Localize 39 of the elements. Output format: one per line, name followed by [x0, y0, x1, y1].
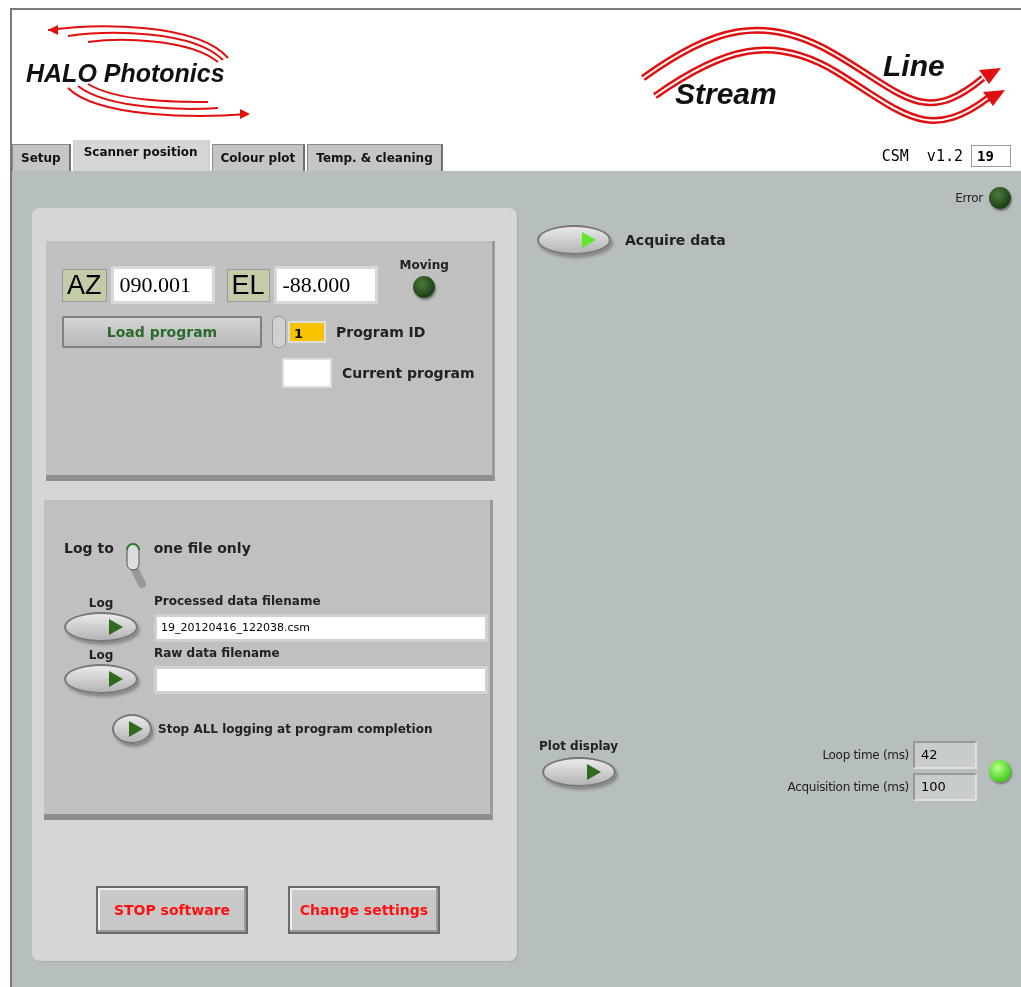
version-label: CSM v1.2	[881, 147, 963, 165]
switch-label: Log to	[64, 540, 114, 556]
button-label: Acquire data	[625, 232, 726, 248]
axis-label: EL	[226, 268, 270, 302]
toggle-button[interactable]	[112, 714, 152, 744]
button-label: Log	[88, 648, 114, 662]
button-label: Stop ALL logging at program completion	[158, 722, 433, 736]
tab[interactable]: Setup	[12, 144, 71, 171]
halo-photonics-logo: HALO Photonics	[18, 17, 278, 128]
toggle-button[interactable]	[64, 612, 138, 642]
indicator-label: Error	[955, 191, 983, 205]
field-label: Acquisition time (ms)	[787, 780, 909, 794]
indicator-label: Moving	[399, 258, 449, 272]
switch-label: one file only	[153, 540, 251, 556]
field-label: Program ID	[336, 324, 426, 340]
time-field: 100	[913, 773, 977, 801]
time-field: 42	[913, 741, 977, 769]
filename-field[interactable]	[154, 666, 488, 694]
version-field: 19	[971, 145, 1011, 167]
toggle-button[interactable]	[537, 225, 611, 255]
elevation-field: -88.000	[273, 266, 378, 304]
current-program-field	[282, 358, 332, 388]
load-program-button[interactable]: Load program	[62, 316, 262, 348]
streamline-logo: Stream Line	[633, 17, 1013, 128]
button-label: Log	[88, 596, 114, 610]
axis-label: AZ	[62, 268, 107, 302]
filename-field[interactable]: 19_20120416_122038.csm	[154, 614, 488, 642]
button-label: Plot display	[539, 739, 619, 753]
program-id-field[interactable]: 1	[288, 321, 326, 343]
field-label: Current program	[342, 365, 475, 381]
tab[interactable]: Colour plot	[211, 144, 306, 171]
field-label: Processed data filename	[154, 594, 322, 608]
field-label: Loop time (ms)	[822, 748, 909, 762]
field-label: Raw data filename	[154, 646, 281, 660]
tab[interactable]: Scanner position	[72, 140, 210, 171]
tab[interactable]: Temp. & cleaning	[307, 144, 443, 171]
toggle-button[interactable]	[64, 664, 138, 694]
toggle-button[interactable]	[541, 757, 616, 787]
azimuth-field: 090.001	[110, 266, 215, 304]
